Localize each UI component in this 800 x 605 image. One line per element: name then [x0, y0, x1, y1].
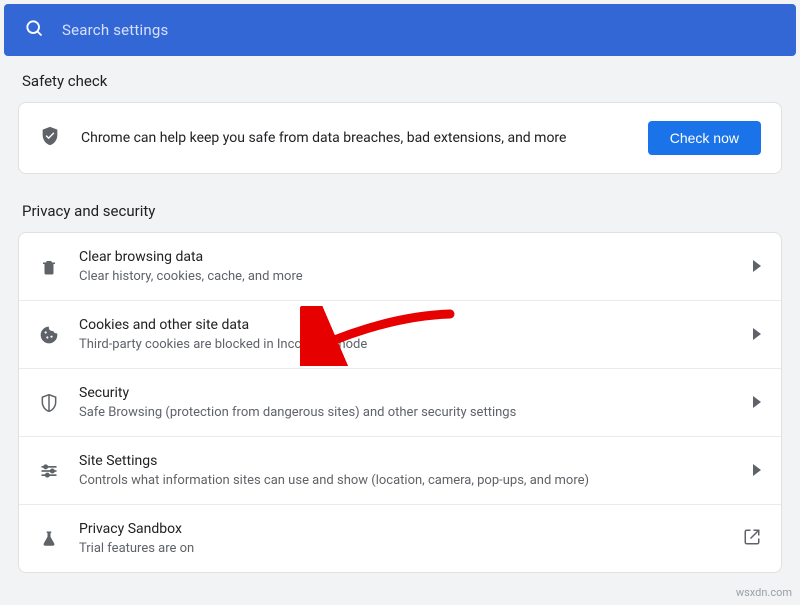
row-desc: Clear history, cookies, cache, and more — [79, 268, 733, 286]
safety-check-row: Chrome can help keep you safe from data … — [19, 103, 781, 173]
search-placeholder: Search settings — [62, 21, 168, 39]
safety-check-text: Chrome can help keep you safe from data … — [81, 130, 628, 146]
row-title: Clear browsing data — [79, 247, 733, 267]
row-labels: Security Safe Browsing (protection from … — [79, 383, 733, 422]
row-clear-browsing-data[interactable]: Clear browsing data Clear history, cooki… — [19, 233, 781, 300]
safety-check-heading: Safety check — [18, 56, 782, 102]
row-security[interactable]: Security Safe Browsing (protection from … — [19, 368, 781, 436]
chevron-right-icon — [753, 461, 761, 480]
sliders-icon — [39, 461, 59, 481]
privacy-heading: Privacy and security — [18, 174, 782, 232]
row-labels: Clear browsing data Clear history, cooki… — [79, 247, 733, 286]
search-icon — [24, 18, 44, 42]
row-site-settings[interactable]: Site Settings Controls what information … — [19, 436, 781, 504]
flask-icon — [39, 529, 59, 549]
row-title: Security — [79, 383, 733, 403]
row-cookies[interactable]: Cookies and other site data Third-party … — [19, 300, 781, 368]
row-title: Site Settings — [79, 451, 733, 471]
chevron-right-icon — [753, 257, 761, 276]
check-now-button[interactable]: Check now — [648, 121, 761, 155]
privacy-section: Privacy and security Clear browsing data… — [0, 174, 800, 573]
row-desc: Third-party cookies are blocked in Incog… — [79, 336, 733, 354]
chevron-right-icon — [753, 325, 761, 344]
privacy-list: Clear browsing data Clear history, cooki… — [18, 232, 782, 573]
safety-check-section: Safety check Chrome can help keep you sa… — [0, 56, 800, 174]
row-privacy-sandbox[interactable]: Privacy Sandbox Trial features are on — [19, 504, 781, 572]
row-desc: Safe Browsing (protection from dangerous… — [79, 404, 733, 422]
chevron-right-icon — [753, 393, 761, 412]
search-bar[interactable]: Search settings — [4, 4, 796, 56]
row-title: Privacy Sandbox — [79, 519, 723, 539]
row-title: Cookies and other site data — [79, 315, 733, 335]
open-external-icon — [743, 528, 761, 550]
row-labels: Site Settings Controls what information … — [79, 451, 733, 490]
row-desc: Trial features are on — [79, 540, 723, 558]
safety-check-card: Chrome can help keep you safe from data … — [18, 102, 782, 174]
shield-icon — [39, 125, 61, 151]
trash-icon — [39, 257, 59, 277]
row-labels: Cookies and other site data Third-party … — [79, 315, 733, 354]
cookie-icon — [39, 325, 59, 345]
row-desc: Controls what information sites can use … — [79, 472, 733, 490]
watermark: wsxdn.com — [736, 586, 792, 599]
shield-outline-icon — [39, 393, 59, 413]
row-labels: Privacy Sandbox Trial features are on — [79, 519, 723, 558]
